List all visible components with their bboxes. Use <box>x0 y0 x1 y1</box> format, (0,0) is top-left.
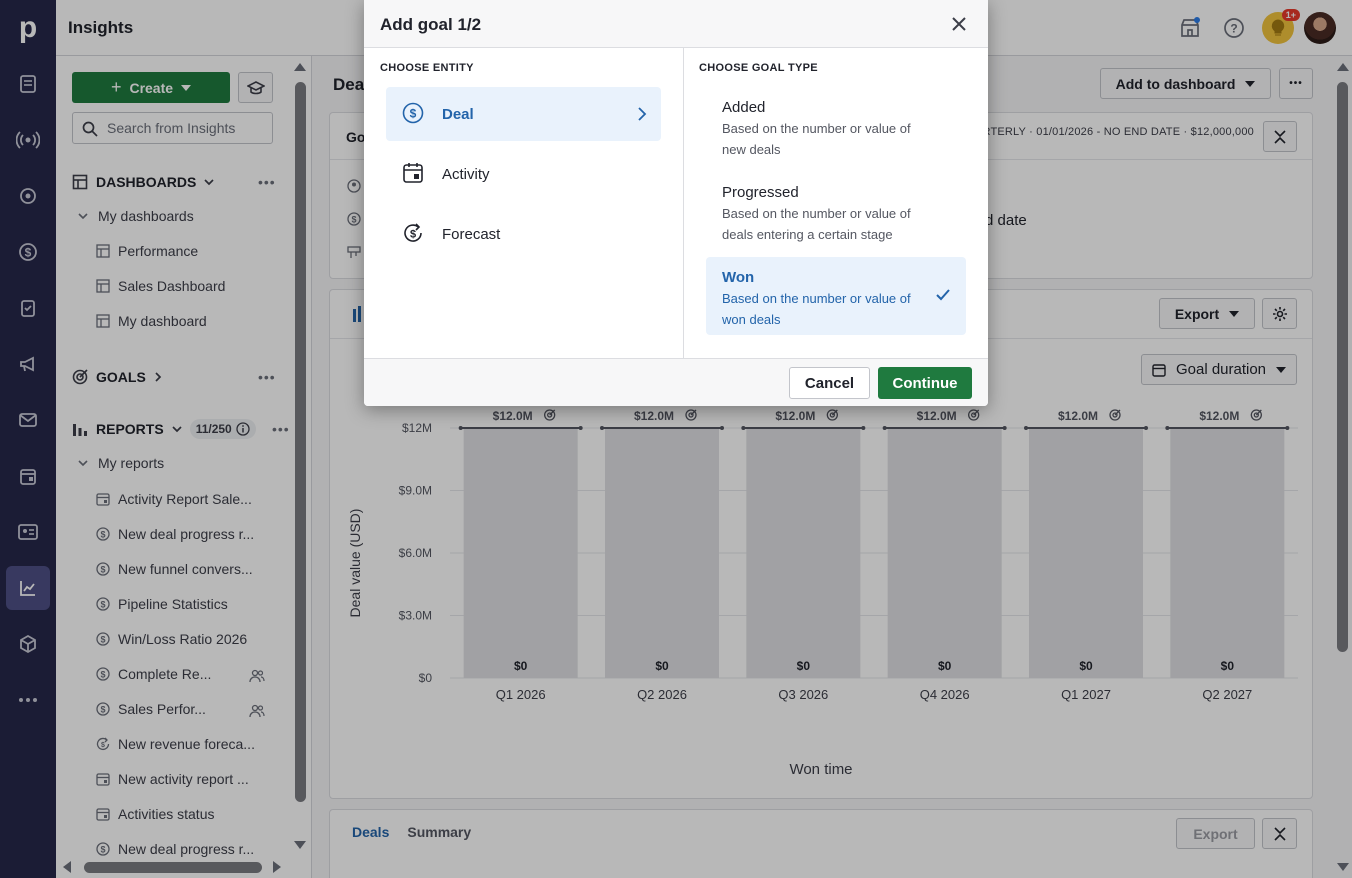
checkmark-icon <box>936 289 950 301</box>
entity-deal-option[interactable]: $ Deal <box>386 87 661 141</box>
continue-button[interactable]: Continue <box>878 367 972 399</box>
goal-type-progressed-desc: Based on the number or value of deals en… <box>722 206 911 242</box>
goal-type-added-option[interactable]: Added Based on the number or value of ne… <box>706 87 966 165</box>
modal-footer: Cancel Continue <box>364 358 988 406</box>
choose-entity-header: CHOOSE ENTITY <box>380 62 474 74</box>
svg-text:$: $ <box>410 107 417 121</box>
entity-forecast-option[interactable]: $ Forecast <box>386 207 661 261</box>
close-icon[interactable] <box>950 15 968 33</box>
dollar-icon: $ <box>402 102 424 124</box>
entity-forecast-label: Forecast <box>442 225 501 243</box>
entity-deal-label: Deal <box>442 105 474 123</box>
goal-type-added-desc: Based on the number or value of new deal… <box>722 121 911 157</box>
chevron-right-icon <box>638 107 647 121</box>
svg-text:$: $ <box>410 229 416 241</box>
entity-activity-option[interactable]: Activity <box>386 147 661 201</box>
goal-type-progressed-title: Progressed <box>722 184 799 201</box>
goal-type-won-option[interactable]: Won Based on the number or value of won … <box>706 257 966 335</box>
goal-type-won-desc: Based on the number or value of won deal… <box>722 291 911 327</box>
choose-goal-type-header: CHOOSE GOAL TYPE <box>699 62 818 74</box>
goal-type-won-title: Won <box>722 269 755 286</box>
entity-activity-label: Activity <box>442 165 490 183</box>
forecast-icon: $ <box>404 223 422 242</box>
choose-goal-type-column: CHOOSE GOAL TYPE Added Based on the numb… <box>684 48 988 358</box>
goal-type-added-title: Added <box>722 99 766 116</box>
calendar-icon <box>403 163 423 183</box>
add-goal-modal: Add goal 1/2 CHOOSE ENTITY $ Deal Activi… <box>364 0 988 406</box>
modal-header: Add goal 1/2 <box>364 0 988 48</box>
cancel-button[interactable]: Cancel <box>789 367 870 399</box>
choose-entity-column: CHOOSE ENTITY $ Deal Activity $ Forecast <box>364 48 684 358</box>
goal-type-progressed-option[interactable]: Progressed Based on the number or value … <box>706 172 966 250</box>
modal-title: Add goal 1/2 <box>380 15 482 34</box>
